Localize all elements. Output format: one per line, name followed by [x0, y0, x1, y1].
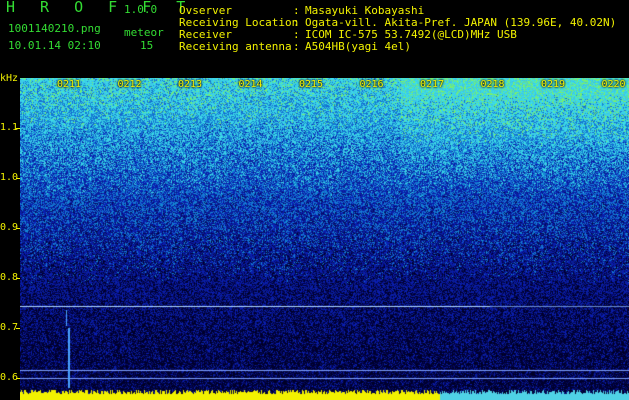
station-value-antenna: A504HB(yagi 4el): [305, 40, 411, 53]
x-tick-label: 0212: [117, 79, 142, 90]
y-axis-unit: kHz: [0, 73, 19, 84]
x-tick-label: 0217: [420, 79, 445, 90]
spectrogram-canvas: [20, 78, 629, 400]
separator-colon: :: [293, 40, 300, 53]
meteor-label: meteor: [124, 26, 164, 39]
app-brand: H R O F F T: [6, 0, 194, 16]
x-tick-label: 0220: [601, 79, 626, 90]
file-datetime: 10.01.14 02:10: [8, 39, 101, 52]
x-tick-label: 0218: [480, 79, 505, 90]
x-tick-label: 0213: [178, 79, 203, 90]
x-tick-label: 0215: [299, 79, 324, 90]
x-tick-label: 0216: [359, 79, 384, 90]
x-tick-label: 0219: [541, 79, 566, 90]
x-tick-label: 0214: [238, 79, 263, 90]
app-version: 1.0.0: [124, 3, 158, 16]
header-panel: H R O F F T 1.0.0 1001140210.png 10.01.1…: [0, 0, 629, 78]
file-name: 1001140210.png: [8, 22, 101, 35]
x-tick-label: 0211: [57, 79, 82, 90]
station-key-antenna: Receiving antenna: [179, 40, 292, 53]
meteor-count: 15: [140, 39, 154, 52]
